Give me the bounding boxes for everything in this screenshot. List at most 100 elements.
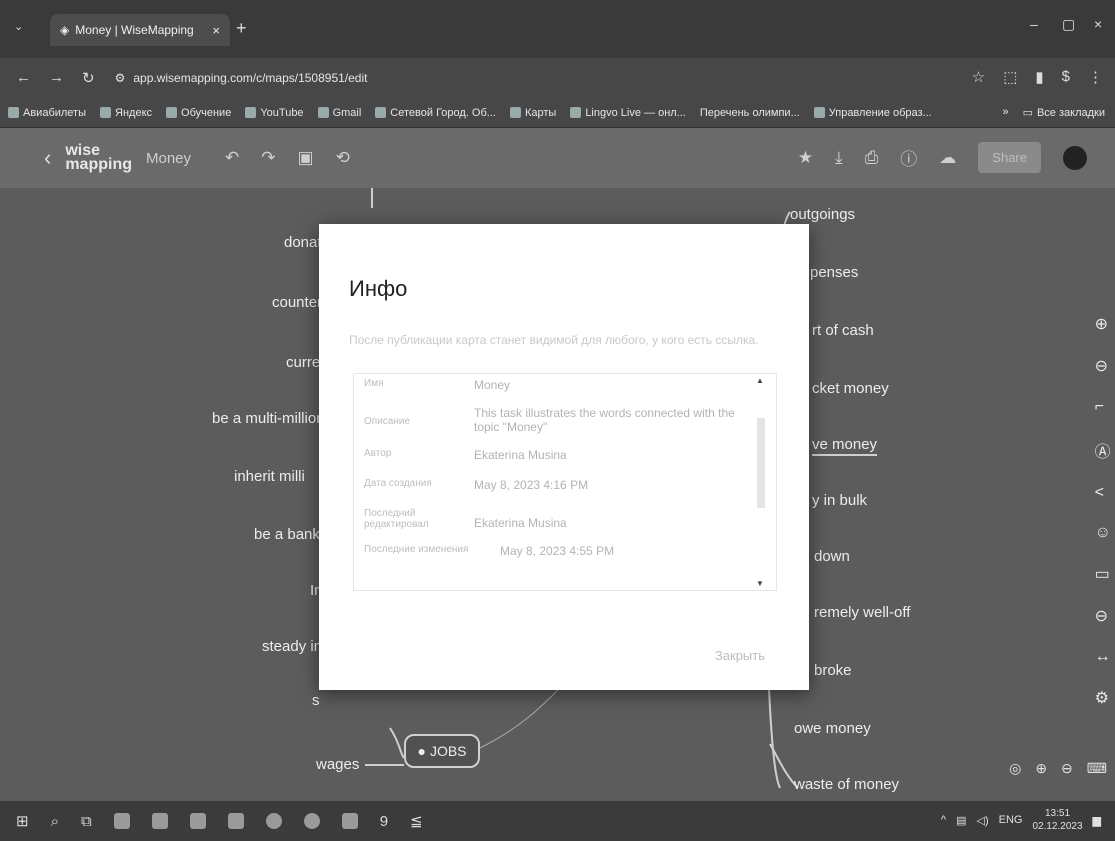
bookmark-item[interactable]: Обучение — [166, 107, 231, 119]
star-icon[interactable]: ★ — [798, 148, 813, 168]
node-right[interactable]: owe money — [794, 720, 871, 737]
info-scrollbar[interactable]: ▲ ▼ — [754, 376, 766, 588]
notifications-icon[interactable]: ▆ — [1093, 814, 1101, 827]
font-icon[interactable]: Ⓐ — [1095, 438, 1111, 462]
network-icon[interactable]: ▤ — [956, 814, 966, 827]
menu-icon[interactable]: ⋮ — [1088, 68, 1103, 86]
node-right[interactable]: ve money — [812, 436, 878, 456]
add-topic-icon[interactable]: ⊕ — [1095, 314, 1111, 334]
url-field[interactable]: ⚙ app.wisemapping.com/c/maps/1508951/edi… — [115, 71, 368, 85]
bookmark-item[interactable]: Карты — [509, 107, 556, 119]
back-arrow-icon[interactable]: ← — [16, 69, 31, 87]
note-icon[interactable]: ▭ — [1095, 564, 1111, 584]
node-right[interactable]: rt of cash — [812, 322, 874, 339]
back-chevron-icon[interactable]: ‹ — [44, 145, 51, 171]
bookmark-item[interactable]: Авиабилеты — [8, 107, 86, 119]
clock[interactable]: 13:51 02.12.2023 — [1032, 807, 1082, 833]
keyboard-icon[interactable]: ⌨ — [1087, 760, 1107, 777]
app-icon[interactable] — [227, 813, 244, 829]
language-indicator[interactable]: ENG — [999, 814, 1023, 826]
link-icon[interactable]: ⊖ — [1095, 606, 1111, 626]
logo[interactable]: wise mapping — [65, 143, 132, 173]
remove-topic-icon[interactable]: ⊖ — [1095, 356, 1111, 376]
node-left[interactable]: steady in — [262, 638, 322, 655]
share-nodes-icon[interactable]: < — [1095, 484, 1111, 502]
app-icon[interactable]: 9 — [380, 813, 388, 830]
tab-close-icon[interactable]: × — [212, 23, 220, 38]
paint-icon[interactable]: ⌐ — [1095, 398, 1111, 416]
node-right[interactable]: y in bulk — [812, 492, 867, 509]
tray-arrow-icon[interactable]: ^ — [941, 814, 946, 826]
chrome-icon[interactable] — [265, 813, 282, 829]
node-right[interactable]: cket money — [812, 380, 889, 397]
node-left[interactable]: inherit milli — [234, 468, 305, 485]
node-left[interactable]: donat — [284, 234, 322, 251]
windows-start-icon[interactable]: ⊞ — [16, 812, 29, 830]
scroll-down-icon[interactable]: ▼ — [756, 579, 764, 588]
node-left[interactable]: counter — [272, 294, 322, 311]
app-icon[interactable] — [341, 813, 358, 829]
bookmark-item[interactable]: Яндекс — [100, 107, 152, 119]
bookmark-item[interactable]: Lingvo Live — онл... — [570, 107, 686, 119]
task-view-icon[interactable]: ⧉ — [81, 813, 92, 830]
sidepanel-icon[interactable]: ▮ — [1035, 68, 1043, 86]
node-left[interactable]: wages — [316, 756, 359, 773]
all-bookmarks-button[interactable]: ▭ Все закладки — [1023, 106, 1105, 120]
bookmark-item[interactable]: Перечень олимпи... — [700, 107, 800, 119]
bookmark-item[interactable]: Сетевой Город. Об... — [375, 107, 496, 119]
site-info-icon[interactable]: ⚙ — [115, 71, 126, 85]
zoom-out-icon[interactable]: ⊖ — [1061, 760, 1073, 777]
forward-arrow-icon[interactable]: → — [49, 69, 64, 87]
extensions-icon[interactable]: ⬚ — [1003, 68, 1017, 86]
browser-tab[interactable]: ◈ Money | WiseMapping × — [50, 14, 230, 46]
history-icon[interactable]: ⟲ — [336, 148, 350, 168]
undo-icon[interactable]: ↶ — [225, 148, 239, 168]
redo-icon[interactable]: ↷ — [261, 148, 275, 168]
bookmark-item[interactable]: Управление образ... — [813, 107, 932, 119]
theme-icon[interactable]: ⚙ — [1095, 688, 1111, 708]
emoji-icon[interactable]: ☺ — [1095, 524, 1111, 542]
scroll-up-icon[interactable]: ▲ — [756, 376, 764, 385]
node-right[interactable]: remely well-off — [814, 604, 910, 621]
node-right[interactable]: broke — [814, 662, 852, 679]
avatar[interactable] — [1063, 145, 1087, 170]
relationship-icon[interactable]: ↔ — [1095, 648, 1111, 666]
download-icon[interactable]: ⤓ — [835, 148, 843, 168]
node-right[interactable]: waste of money — [794, 776, 899, 793]
new-tab-button[interactable]: + — [236, 18, 247, 39]
jobs-node[interactable]: ● JOBS — [404, 734, 480, 768]
app-icon[interactable] — [189, 813, 206, 829]
bookmark-star-icon[interactable]: ☆ — [972, 68, 985, 86]
bookmark-item[interactable]: Gmail — [317, 107, 361, 119]
publish-icon[interactable]: ☁ — [939, 148, 956, 168]
node-left[interactable]: curre — [286, 354, 320, 371]
node-left[interactable]: be a multi-million — [212, 410, 325, 427]
close-button[interactable]: Закрыть — [715, 648, 765, 663]
zoom-in-icon[interactable]: ⊕ — [1035, 760, 1047, 777]
volume-icon[interactable]: ◁) — [977, 814, 989, 827]
print-icon[interactable]: ⎙ — [865, 148, 879, 168]
minimize-button[interactable]: – — [1030, 16, 1038, 32]
reload-icon[interactable]: ↻ — [82, 69, 95, 87]
bookmark-item[interactable]: YouTube — [245, 107, 304, 119]
close-window-button[interactable]: × — [1094, 16, 1102, 32]
node-right[interactable]: down — [814, 548, 850, 565]
app-icon[interactable] — [151, 813, 168, 829]
info-list[interactable]: Имя Money Описание This task illustrates… — [353, 373, 777, 591]
zoom-app-icon[interactable] — [303, 813, 320, 829]
maximize-button[interactable]: ▢ — [1062, 16, 1075, 33]
tab-search-icon[interactable]: ⌄ — [14, 20, 23, 33]
position-icon[interactable]: ◎ — [1009, 760, 1021, 777]
file-explorer-icon[interactable] — [113, 813, 130, 829]
bookmarks-more-button[interactable]: » — [1002, 106, 1008, 119]
node-left[interactable]: s — [312, 692, 320, 709]
search-icon[interactable]: ⌕ — [51, 813, 59, 830]
app-icon[interactable]: ≦ — [410, 812, 423, 830]
profile-icon[interactable]: $ — [1062, 68, 1070, 86]
info-icon[interactable]: ⓘ — [900, 145, 917, 170]
scroll-thumb[interactable] — [757, 418, 765, 508]
node-left[interactable]: be a bankr — [254, 526, 325, 543]
share-button[interactable]: Share — [978, 142, 1041, 173]
save-icon[interactable]: ▣ — [298, 148, 314, 168]
node-right[interactable]: outgoings — [790, 206, 855, 223]
